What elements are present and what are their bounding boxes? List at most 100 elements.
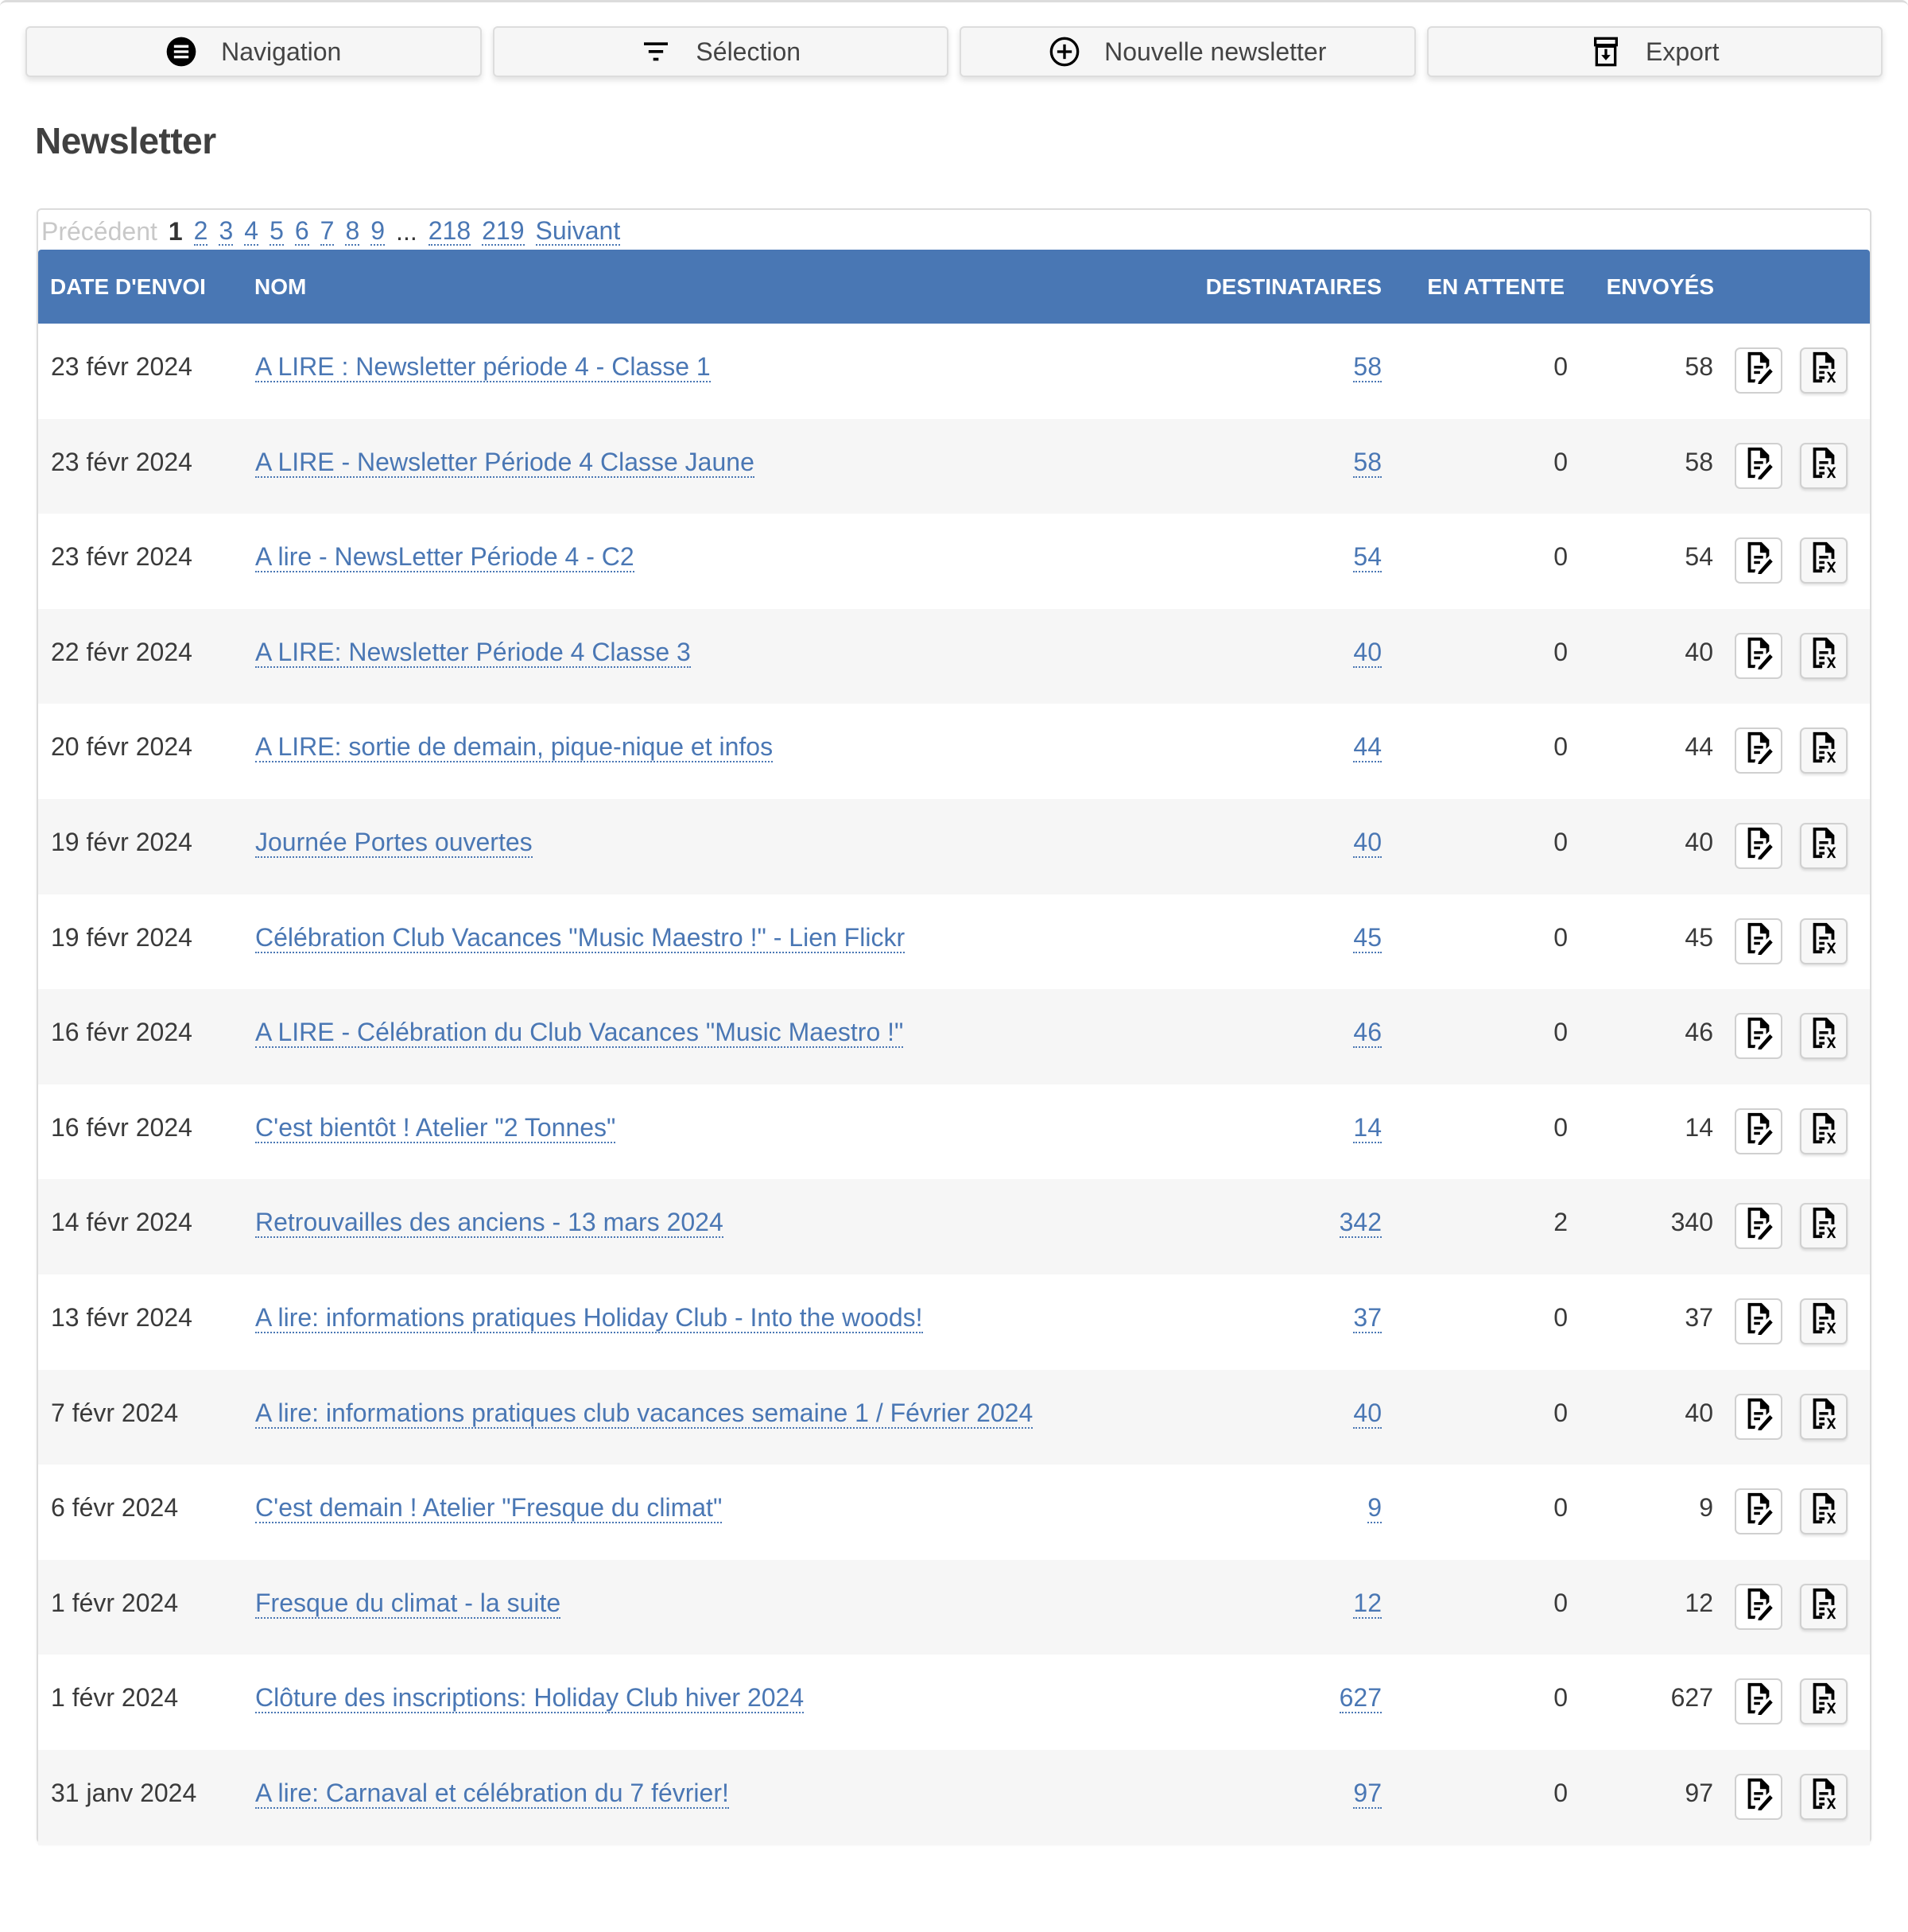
recipients-link[interactable]: 627 <box>1339 1683 1382 1714</box>
delete-newsletter-button[interactable] <box>1800 1773 1848 1820</box>
newsletter-name-link[interactable]: A lire: informations pratiques Holiday C… <box>255 1302 923 1333</box>
delete-newsletter-button[interactable] <box>1800 918 1848 964</box>
edit-newsletter-button[interactable] <box>1735 1393 1782 1440</box>
edit-newsletter-button[interactable] <box>1735 1488 1782 1535</box>
column-header-sent[interactable]: ENVOYÉS <box>1607 250 1714 324</box>
newsletter-name-link[interactable]: A LIRE - Newsletter Période 4 Classe Jau… <box>255 447 754 478</box>
recipients-link[interactable]: 40 <box>1353 1398 1382 1429</box>
recipients-link[interactable]: 58 <box>1353 352 1382 382</box>
column-header-date[interactable]: DATE D'ENVOI <box>50 250 206 324</box>
edit-newsletter-button[interactable] <box>1735 1678 1782 1725</box>
delete-newsletter-button[interactable] <box>1800 442 1848 489</box>
sent-count: 9 <box>1699 1493 1713 1523</box>
pagination-page-link[interactable]: 2 <box>193 217 208 246</box>
delete-newsletter-button[interactable] <box>1800 727 1848 774</box>
document-edit-icon <box>1743 1016 1774 1056</box>
delete-newsletter-button[interactable] <box>1800 1203 1848 1250</box>
edit-newsletter-button[interactable] <box>1735 1013 1782 1060</box>
sent-count: 45 <box>1685 922 1713 952</box>
newsletter-name-link[interactable]: C'est bientôt ! Atelier "2 Tonnes" <box>255 1112 616 1143</box>
recipients-link[interactable]: 40 <box>1353 827 1382 858</box>
recipients-link[interactable]: 44 <box>1353 732 1382 763</box>
newsletter-name-link[interactable]: A LIRE: Newsletter Période 4 Classe 3 <box>255 637 691 668</box>
pagination-page-link[interactable]: 4 <box>244 217 259 246</box>
pending-count: 0 <box>1553 1302 1568 1332</box>
edit-newsletter-button[interactable] <box>1735 1203 1782 1250</box>
pagination-page-link[interactable]: 6 <box>294 217 309 246</box>
recipients-link[interactable]: 37 <box>1353 1302 1382 1333</box>
newsletter-name-link[interactable]: A lire: informations pratiques club vaca… <box>255 1398 1034 1429</box>
pagination-page-link[interactable]: 9 <box>370 217 386 246</box>
delete-newsletter-button[interactable] <box>1800 1488 1848 1535</box>
edit-newsletter-button[interactable] <box>1735 1108 1782 1154</box>
newsletter-name-link[interactable]: A lire - NewsLetter Période 4 - C2 <box>255 542 634 573</box>
recipients-link[interactable]: 46 <box>1353 1018 1382 1049</box>
recipients-link[interactable]: 40 <box>1353 637 1382 668</box>
delete-newsletter-button[interactable] <box>1800 822 1848 869</box>
table-row: 22 févr 2024 A LIRE: Newsletter Période … <box>38 608 1870 704</box>
delete-newsletter-button[interactable] <box>1800 347 1848 394</box>
navigation-label: Navigation <box>221 37 342 66</box>
newsletter-name-link[interactable]: Fresque du climat - la suite <box>255 1588 561 1619</box>
edit-newsletter-button[interactable] <box>1735 727 1782 774</box>
export-button[interactable]: Export <box>1426 26 1883 77</box>
pending-count: 0 <box>1553 447 1568 476</box>
newsletter-name-link[interactable]: A LIRE - Célébration du Club Vacances "M… <box>255 1018 904 1049</box>
edit-newsletter-button[interactable] <box>1735 442 1782 489</box>
table-body: 23 févr 2024 A LIRE : Newsletter période… <box>38 324 1870 1845</box>
recipients-link[interactable]: 9 <box>1367 1493 1382 1524</box>
recipients-link[interactable]: 45 <box>1353 922 1382 953</box>
pending-count: 0 <box>1553 637 1568 666</box>
edit-newsletter-button[interactable] <box>1735 1773 1782 1820</box>
pagination-next[interactable]: Suivant <box>535 217 621 246</box>
recipients-link[interactable]: 342 <box>1339 1208 1382 1239</box>
navigation-button[interactable]: Navigation <box>25 26 482 77</box>
pagination-page-link[interactable]: 7 <box>320 217 335 246</box>
recipients-link[interactable]: 14 <box>1353 1112 1382 1143</box>
pagination-page-link[interactable]: 5 <box>270 217 284 246</box>
selection-button[interactable]: Sélection <box>492 26 948 77</box>
edit-newsletter-button[interactable] <box>1735 918 1782 964</box>
delete-newsletter-button[interactable] <box>1800 632 1848 679</box>
pagination-ellipsis: ... <box>396 216 417 246</box>
document-edit-icon <box>1743 1682 1774 1721</box>
column-header-name[interactable]: NOM <box>254 250 306 324</box>
recipients-link[interactable]: 58 <box>1353 447 1382 478</box>
newsletter-name-link[interactable]: A LIRE: sortie de demain, pique-nique et… <box>255 732 774 763</box>
delete-newsletter-button[interactable] <box>1800 537 1848 584</box>
edit-newsletter-button[interactable] <box>1735 347 1782 394</box>
recipients-link[interactable]: 12 <box>1353 1588 1382 1619</box>
recipients-link[interactable]: 97 <box>1353 1778 1382 1809</box>
delete-newsletter-button[interactable] <box>1800 1583 1848 1630</box>
column-header-recipients[interactable]: DESTINATAIRES <box>1206 250 1382 324</box>
newsletter-name-link[interactable]: Clôture des inscriptions: Holiday Club h… <box>255 1683 805 1714</box>
edit-newsletter-button[interactable] <box>1735 537 1782 584</box>
edit-newsletter-button[interactable] <box>1735 632 1782 679</box>
sent-count: 58 <box>1685 352 1713 381</box>
pagination-page-link[interactable]: 3 <box>219 217 234 246</box>
pagination-page-link[interactable]: 218 <box>428 217 471 246</box>
pending-count: 0 <box>1553 1778 1568 1807</box>
column-header-pending[interactable]: EN ATTENTE <box>1427 250 1565 324</box>
recipients-link[interactable]: 54 <box>1353 542 1382 573</box>
edit-newsletter-button[interactable] <box>1735 1583 1782 1630</box>
pending-count: 0 <box>1553 1683 1568 1713</box>
pagination-page-link[interactable]: 219 <box>482 217 525 246</box>
edit-newsletter-button[interactable] <box>1735 1298 1782 1344</box>
newsletter-name-link[interactable]: Célébration Club Vacances "Music Maestro… <box>255 922 906 953</box>
delete-newsletter-button[interactable] <box>1800 1393 1848 1440</box>
delete-newsletter-button[interactable] <box>1800 1108 1848 1154</box>
pagination-page-link[interactable]: 8 <box>345 217 360 246</box>
new-newsletter-button[interactable]: Nouvelle newsletter <box>960 26 1416 77</box>
menu-circle-icon <box>165 36 197 68</box>
newsletter-name-link[interactable]: C'est demain ! Atelier "Fresque du clima… <box>255 1493 723 1524</box>
edit-newsletter-button[interactable] <box>1735 822 1782 869</box>
newsletter-name-link[interactable]: Retrouvailles des anciens - 13 mars 2024 <box>255 1208 723 1239</box>
newsletter-name-link[interactable]: A LIRE : Newsletter période 4 - Classe 1 <box>255 352 711 382</box>
document-edit-icon <box>1743 731 1774 770</box>
delete-newsletter-button[interactable] <box>1800 1013 1848 1060</box>
newsletter-name-link[interactable]: Journée Portes ouvertes <box>255 827 533 858</box>
newsletter-name-link[interactable]: A lire: Carnaval et célébration du 7 fév… <box>255 1778 729 1809</box>
delete-newsletter-button[interactable] <box>1800 1298 1848 1344</box>
delete-newsletter-button[interactable] <box>1800 1678 1848 1725</box>
